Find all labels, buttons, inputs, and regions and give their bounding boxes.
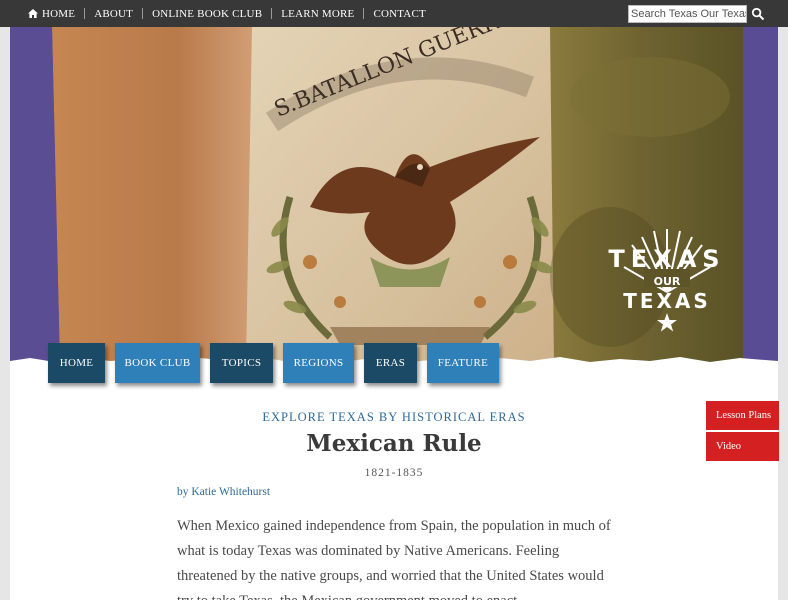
nav-eras[interactable]: ERAS <box>364 343 417 383</box>
search-icon[interactable] <box>751 7 765 21</box>
nav-book-club[interactable]: BOOK CLUB <box>115 343 200 383</box>
nav-topics[interactable]: TOPICS <box>210 343 273 383</box>
site-logo[interactable]: TEXAS OUR TEXAS <box>582 207 752 332</box>
home-icon <box>28 9 38 18</box>
topnav-learn-more[interactable]: LEARN MORE <box>281 8 354 20</box>
top-nav: HOME ABOUT ONLINE BOOK CLUB LEARN MORE C… <box>28 0 426 27</box>
hero-banner: S.BATALLON GUERR TEXAS OUR TEXAS <box>10 27 778 365</box>
nav-regions[interactable]: REGIONS <box>283 343 354 383</box>
logo-word-texas-bottom: TEXAS <box>623 289 711 313</box>
logo-word-texas-top: TEXAS <box>608 245 725 273</box>
topnav-divider <box>271 8 273 19</box>
logo-word-our: OUR <box>654 275 681 288</box>
top-bar: HOME ABOUT ONLINE BOOK CLUB LEARN MORE C… <box>0 0 788 27</box>
topnav-divider <box>363 8 365 19</box>
topnav-home-label: HOME <box>42 7 76 20</box>
nav-feature[interactable]: FEATURE <box>427 343 499 383</box>
main-nav: HOME BOOK CLUB TOPICS REGIONS ERAS FEATU… <box>48 343 509 383</box>
topnav-online-book-club[interactable]: ONLINE BOOK CLUB <box>152 8 262 20</box>
author-byline[interactable]: by Katie Whitehurst <box>177 486 270 498</box>
topnav-divider <box>84 8 86 19</box>
topnav-contact[interactable]: CONTACT <box>373 8 425 20</box>
search-input[interactable]: Search Texas Our Texas <box>628 5 747 23</box>
topnav-about[interactable]: ABOUT <box>94 8 133 20</box>
page-title: Mexican Rule <box>306 430 482 457</box>
topnav-home[interactable]: HOME <box>28 8 75 20</box>
star-icon <box>657 313 677 332</box>
era-dates: 1821-1835 <box>364 467 424 479</box>
article-body: When Mexico gained independence from Spa… <box>177 518 611 600</box>
topnav-divider <box>142 8 144 19</box>
nav-home[interactable]: HOME <box>48 343 105 383</box>
era-kicker: EXPLORE TEXAS BY HISTORICAL ERAS <box>262 410 526 424</box>
